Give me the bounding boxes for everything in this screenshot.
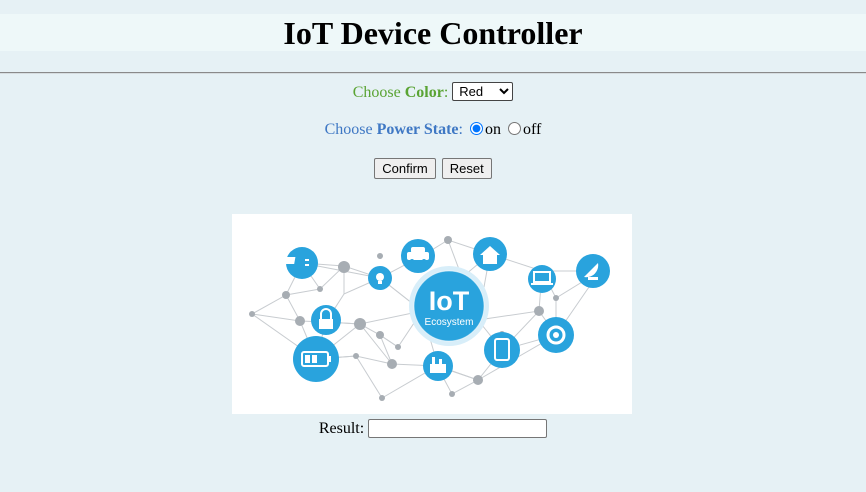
color-select[interactable]: Red — [452, 82, 514, 101]
lock-icon — [311, 305, 341, 335]
home-icon — [473, 237, 507, 271]
power-off-label: off — [522, 121, 542, 138]
iot-ecosystem-image: IoT Ecosystem — [232, 214, 632, 414]
power-row: Choose Power State: on off — [0, 121, 866, 139]
confirm-button[interactable]: Confirm — [374, 158, 436, 179]
car-icon — [401, 239, 435, 273]
result-input[interactable] — [368, 419, 548, 438]
button-row: Confirm Reset — [0, 158, 866, 179]
result-label: Result: — [318, 420, 365, 437]
power-on-radio[interactable] — [469, 122, 483, 135]
iot-hub-title: IoT — [429, 286, 470, 316]
reset-button[interactable]: Reset — [441, 158, 492, 179]
power-on-label: on — [484, 121, 501, 138]
factory-icon — [423, 351, 453, 381]
page-title: IoT Device Controller — [283, 15, 583, 51]
gear-icon — [538, 317, 574, 353]
power-off-radio[interactable] — [507, 122, 521, 135]
power-state-label: Choose Power State: — [324, 121, 463, 138]
solar-panel-icon — [285, 247, 318, 279]
result-row: Result: — [0, 419, 866, 438]
color-row: Choose Color: Red — [0, 82, 866, 102]
color-label: Choose Color: — [352, 84, 449, 101]
battery-icon — [293, 336, 339, 382]
iot-center-hub: IoT Ecosystem — [409, 266, 489, 346]
iot-hub-subtitle: Ecosystem — [425, 317, 474, 328]
lightbulb-icon — [368, 266, 392, 290]
tablet-icon — [484, 332, 520, 368]
iot-network-illustration: IoT Ecosystem — [249, 236, 610, 401]
laptop-icon — [528, 265, 556, 293]
header-divider — [0, 72, 866, 74]
satellite-dish-icon — [576, 254, 610, 288]
